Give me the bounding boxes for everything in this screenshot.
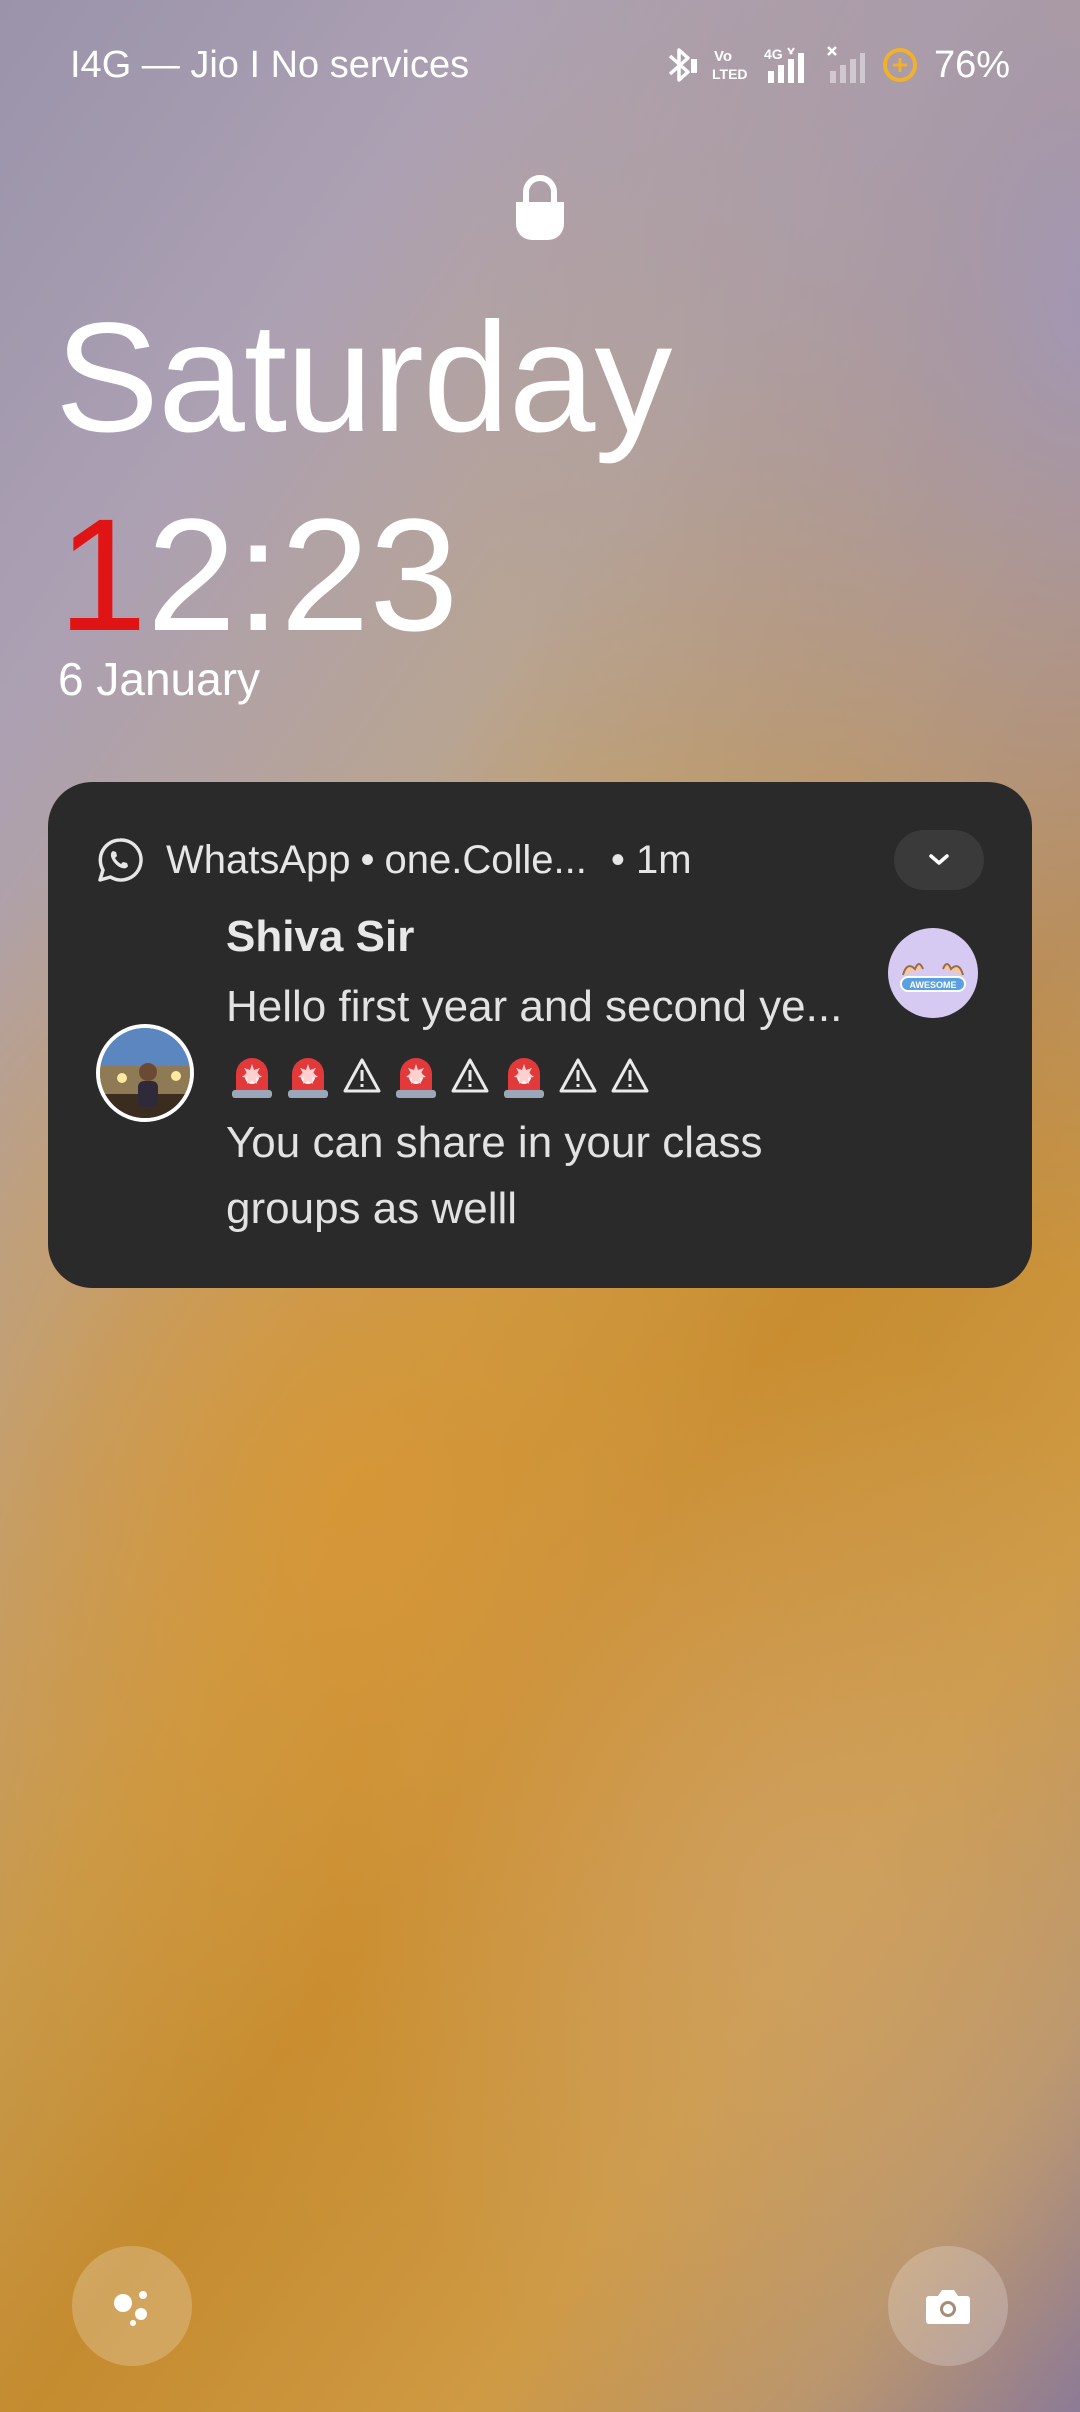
- expand-notification-button[interactable]: [894, 830, 984, 890]
- group-name: one.Colle...: [384, 837, 587, 882]
- status-icons: Vo LTED 4G 76%: [664, 44, 1010, 87]
- battery-saver-icon: [880, 45, 920, 85]
- clock-hour-first-digit: 1: [58, 485, 147, 664]
- siren-emoji-icon: [504, 1058, 544, 1098]
- battery-percent: 76%: [933, 43, 1010, 86]
- whatsapp-icon: [98, 838, 143, 882]
- sender-avatar[interactable]: [96, 1024, 194, 1122]
- status-bar: Ι4G — Jio I No services Vo LTED 4G 76%: [70, 40, 1010, 90]
- assistant-button[interactable]: [72, 2246, 192, 2366]
- svg-text:4G: 4G: [764, 46, 783, 62]
- emoji-line: [226, 1050, 654, 1102]
- svg-text:AWESOME: AWESOME: [909, 980, 956, 990]
- warning-emoji-icon: [451, 1058, 489, 1093]
- whatsapp-notification[interactable]: WhatsApp • one.Colle... • 1m AWESOME Shi…: [48, 782, 1032, 1288]
- signal-4g-icon: 4G: [762, 45, 812, 85]
- svg-text:LTED: LTED: [712, 66, 748, 82]
- sticker-thumbnail[interactable]: AWESOME: [888, 928, 978, 1018]
- assistant-icon: [114, 2291, 147, 2326]
- signal-no-service-icon: [826, 45, 866, 85]
- volte-icon: Vo LTED: [712, 45, 748, 85]
- camera-icon: [926, 2290, 970, 2324]
- camera-button[interactable]: [888, 2246, 1008, 2366]
- header-separator: •: [360, 837, 375, 882]
- clock: 12:23: [58, 495, 458, 655]
- day-label: Saturday: [55, 291, 672, 465]
- clock-rest: 2:23: [146, 485, 459, 664]
- app-name: WhatsApp: [166, 837, 351, 882]
- message-line: groups as welll: [226, 1184, 518, 1233]
- sender-name: Shiva Sir: [226, 912, 415, 961]
- message-line: You can share in your class: [226, 1118, 763, 1167]
- carrier-text: Ι4G — Jio I No services: [70, 43, 470, 86]
- notification-header: WhatsApp • one.Colle... • 1m: [96, 834, 692, 886]
- siren-emoji-icon: [288, 1058, 328, 1098]
- warning-emoji-icon: [343, 1058, 381, 1093]
- lock-open-icon[interactable]: [512, 172, 568, 242]
- warning-emoji-icon: [611, 1058, 649, 1093]
- siren-emoji-icon: [232, 1058, 272, 1098]
- notification-time: • 1m: [610, 837, 692, 882]
- bluetooth-icon: [664, 45, 698, 85]
- svg-text:Vo: Vo: [714, 48, 732, 65]
- siren-emoji-icon: [396, 1058, 436, 1098]
- chevron-down-icon: [929, 854, 949, 865]
- message-line: Hello first year and second ye...: [226, 982, 843, 1031]
- warning-emoji-icon: [559, 1058, 597, 1093]
- date-label: 6 January: [58, 653, 261, 705]
